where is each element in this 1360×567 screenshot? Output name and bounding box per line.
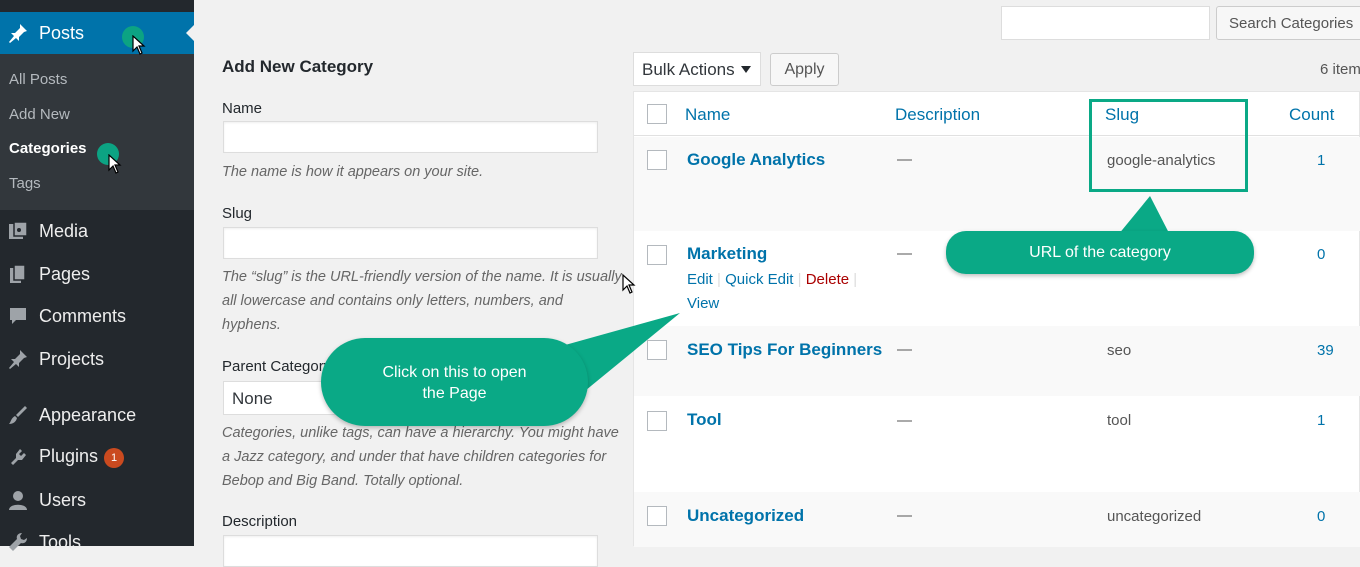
click-callout: Click on this to open the Page [321, 338, 588, 426]
url-callout: URL of the category [946, 231, 1254, 274]
click-callout-line: the Page [422, 385, 487, 402]
click-callout-line: Click on this to open [382, 364, 527, 381]
